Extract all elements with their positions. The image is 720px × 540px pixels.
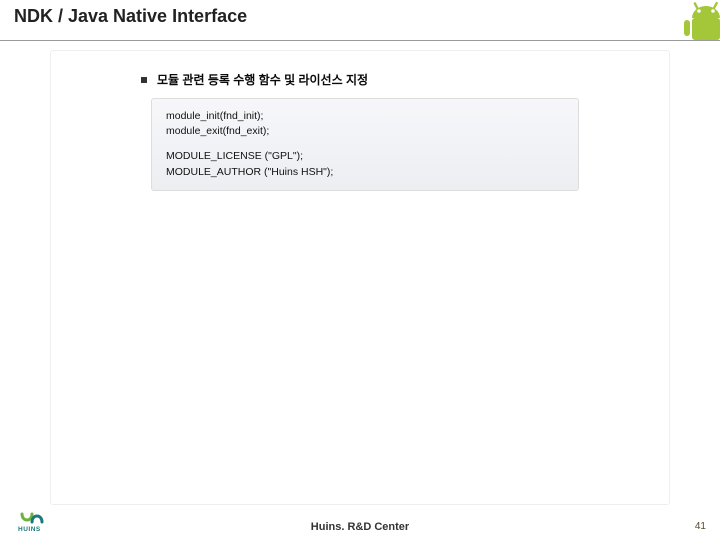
android-icon	[680, 0, 720, 40]
content-card: 모듈 관련 등록 수행 함수 및 라이선스 지정 module_init(fnd…	[50, 50, 670, 505]
slide-footer: HUINS Huins. R&D Center 41	[0, 510, 720, 540]
code-line: MODULE_AUTHOR ("Huins HSH");	[166, 165, 564, 180]
bullet-item: 모듈 관련 등록 수행 함수 및 라이선스 지정	[141, 71, 669, 88]
bullet-text: 모듈 관련 등록 수행 함수 및 라이선스 지정	[157, 71, 368, 88]
code-block: module_init(fnd_init); module_exit(fnd_e…	[151, 98, 579, 191]
code-line: module_exit(fnd_exit);	[166, 124, 564, 139]
slide-header: NDK / Java Native Interface	[0, 0, 720, 41]
code-line: MODULE_LICENSE ("GPL");	[166, 149, 564, 164]
footer-center-text: Huins. R&D Center	[0, 521, 720, 533]
page-number: 41	[695, 521, 706, 532]
bullet-square-icon	[141, 77, 147, 83]
slide-title: NDK / Java Native Interface	[14, 6, 247, 27]
code-line: module_init(fnd_init);	[166, 109, 564, 124]
